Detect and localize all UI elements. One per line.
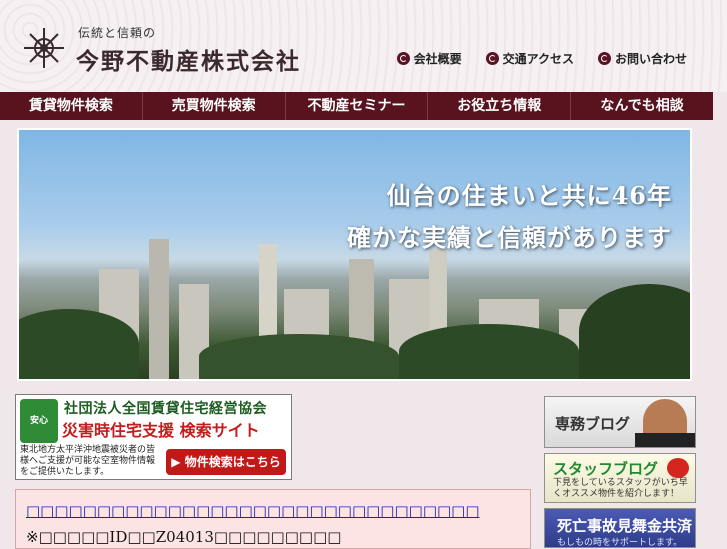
staff-blog-title: スタッフブログ xyxy=(553,460,659,478)
bullet-icon xyxy=(485,52,499,65)
staff-blog-banner[interactable]: スタッフブログ 下見をしているスタッフがいち早くオススメ物件を紹介します！ xyxy=(544,453,696,503)
tagline: 伝統と信頼の xyxy=(78,26,157,40)
executive-blog-banner[interactable]: 専務ブログ xyxy=(544,396,696,448)
disaster-description: 東北地方太平洋沖地震被災者の皆様へご支援が可能な空室物件情報をご提供いたします。 xyxy=(20,445,156,477)
tomato-icon xyxy=(667,458,689,478)
company-overview-link[interactable]: 会社概要 xyxy=(396,50,462,67)
building-shape xyxy=(149,239,169,379)
tree-shape xyxy=(199,334,399,379)
executive-blog-title: 専務ブログ xyxy=(555,415,631,433)
property-search-button[interactable]: ▶ 物件検索はこちら xyxy=(166,449,286,475)
bullet-icon xyxy=(597,52,611,65)
nav-seminar[interactable]: 不動産セミナー xyxy=(286,92,429,120)
tree-shape xyxy=(579,284,690,379)
nav-useful-info[interactable]: お役立ち情報 xyxy=(428,92,572,120)
site-header: 伝統と信頼の 今野不動産株式会社 会社概要 交通アクセス お問い合わせ xyxy=(0,0,727,92)
company-overview-label: 会社概要 xyxy=(413,52,462,66)
contact-label: お問い合わせ xyxy=(614,52,687,66)
staff-blog-description: 下見をしているスタッフがいち早くオススメ物件を紹介します！ xyxy=(553,478,688,499)
mutual-aid-title: 死亡事故見舞金共済 xyxy=(557,517,693,535)
contact-link[interactable]: お問い合わせ xyxy=(597,50,687,67)
suit-shape xyxy=(635,433,695,447)
hero-headline: 仙台の住まいと共に46年 xyxy=(386,181,672,210)
notice-box: □□□□□□□□□□□□□□□□□□□□□□□□□□□□□□□□ ※□□□□□I… xyxy=(15,489,531,549)
disaster-search-title: 災害時住宅支援 検索サイト xyxy=(62,421,260,440)
header-links: 会社概要 交通アクセス お問い合わせ xyxy=(396,50,687,67)
hero-subheadline: 確かな実績と信頼があります xyxy=(347,223,672,252)
company-logo[interactable] xyxy=(22,26,66,70)
access-link[interactable]: 交通アクセス xyxy=(485,50,574,67)
association-name: 社団法人全国賃貸住宅経営協会 xyxy=(64,401,267,417)
main-nav: 賃貸物件検索 売買物件検索 不動産セミナー お役立ち情報 なんでも相談 xyxy=(0,92,713,120)
disaster-support-banner[interactable]: 安心 社団法人全国賃貸住宅経営協会 災害時住宅支援 検索サイト 東北地方太平洋沖… xyxy=(15,394,292,480)
nav-sale-search[interactable]: 売買物件検索 xyxy=(143,92,286,120)
tree-shape xyxy=(19,309,139,379)
bullet-icon xyxy=(396,52,410,65)
notice-id-text: ※□□□□□ID□□Z04013□□□□□□□□□ xyxy=(26,528,342,546)
company-name[interactable]: 今野不動産株式会社 xyxy=(76,42,301,76)
mutual-aid-description: もしもの時をサポートします。 xyxy=(557,538,683,548)
nav-rental-search[interactable]: 賃貸物件検索 xyxy=(0,92,143,120)
tree-shape xyxy=(399,324,579,379)
notice-link[interactable]: □□□□□□□□□□□□□□□□□□□□□□□□□□□□□□□□ xyxy=(26,502,480,520)
mutual-aid-banner[interactable]: 死亡事故見舞金共済 もしもの時をサポートします。 xyxy=(544,508,696,548)
hero-banner: 仙台の住まいと共に46年 確かな実績と信頼があります xyxy=(17,128,692,381)
nav-consultation[interactable]: なんでも相談 xyxy=(571,92,713,120)
anshin-badge-icon: 安心 xyxy=(20,399,58,443)
access-label: 交通アクセス xyxy=(502,52,574,66)
